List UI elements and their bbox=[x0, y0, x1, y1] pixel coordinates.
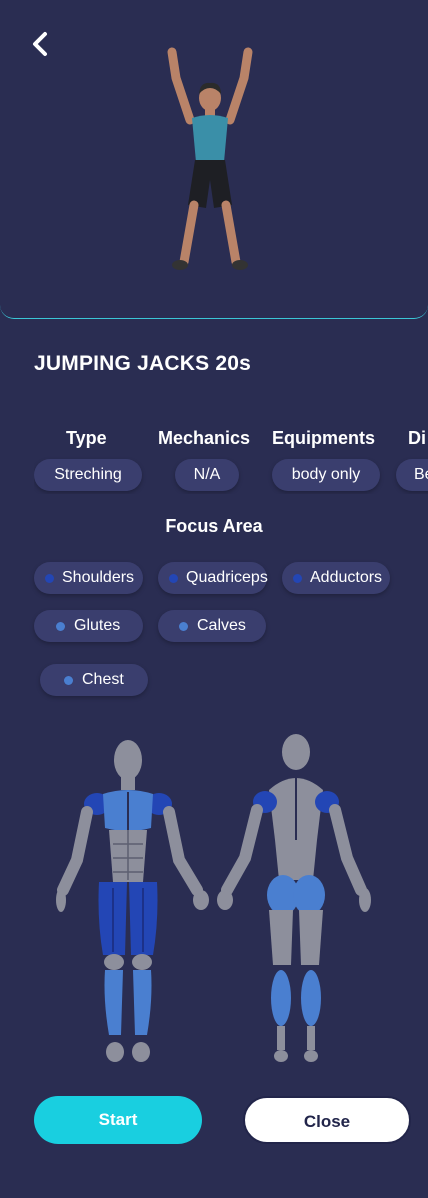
muscle-dot-icon bbox=[179, 622, 188, 631]
muscle-map-front bbox=[56, 740, 209, 1062]
property-label: Type bbox=[66, 428, 107, 448]
chevron-left-icon bbox=[33, 32, 47, 56]
focus-chip-label: Chest bbox=[82, 671, 124, 688]
focus-area-title: Focus Area bbox=[165, 516, 263, 536]
focus-chip-label: Quadriceps bbox=[186, 569, 268, 586]
exercise-illustration bbox=[167, 47, 253, 270]
focus-chip-quadriceps: Quadriceps bbox=[158, 562, 268, 594]
focus-chip-chest: Chest bbox=[40, 664, 148, 696]
focus-chip-shoulders: Shoulders bbox=[34, 562, 143, 594]
focus-chip-label: Shoulders bbox=[62, 569, 135, 586]
property-label: Equipments bbox=[272, 428, 376, 448]
muscle-map bbox=[56, 734, 371, 1062]
exercise-properties: Type Streching Mechanics N/A Equipments … bbox=[34, 428, 428, 494]
focus-chip-label: Glutes bbox=[74, 617, 121, 634]
start-button[interactable]: Start bbox=[34, 1096, 202, 1144]
exercise-header bbox=[0, 0, 428, 319]
exercise-title: JUMPING JACKS 20s bbox=[34, 352, 251, 375]
muscle-dot-icon bbox=[64, 676, 73, 685]
property-value: Be bbox=[396, 459, 428, 491]
focus-chip-adductors: Adductors bbox=[282, 562, 390, 594]
focus-chip-label: Calves bbox=[197, 617, 246, 634]
property-value: body only bbox=[272, 459, 380, 491]
property-label: Di bbox=[408, 428, 426, 448]
property-value: N/A bbox=[175, 459, 239, 491]
muscle-map-back bbox=[217, 734, 371, 1062]
back-button[interactable] bbox=[26, 28, 56, 60]
focus-chip-calves: Calves bbox=[158, 610, 266, 642]
close-button[interactable]: Close bbox=[243, 1096, 411, 1144]
focus-chip-glutes: Glutes bbox=[34, 610, 143, 642]
focus-chip-label: Adductors bbox=[310, 569, 383, 586]
property-value: Streching bbox=[34, 459, 142, 491]
muscle-dot-icon bbox=[45, 574, 54, 583]
property-label: Mechanics bbox=[158, 428, 251, 448]
muscle-dot-icon bbox=[293, 574, 302, 583]
muscle-dot-icon bbox=[56, 622, 65, 631]
muscle-dot-icon bbox=[169, 574, 178, 583]
